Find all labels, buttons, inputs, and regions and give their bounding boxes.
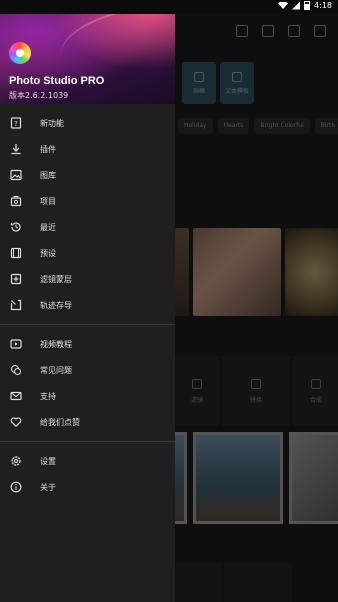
import-icon [10,299,22,311]
video-tutorial-icon [10,338,22,350]
navigation-drawer: Photo Studio PRO 版本2.6.2.1039 ? 新功能 插件 图… [0,0,175,602]
signal-icon [292,1,301,10]
menu-item-settings[interactable]: 设置 [0,448,175,474]
wifi-icon [278,2,289,9]
status-time: 4:18 [314,1,332,10]
app-version: 版本2.6.2.1039 [9,91,69,100]
faq-icon [10,364,22,376]
menu-item-gallery[interactable]: 图库 [0,162,175,188]
info-icon [10,481,22,493]
svg-text:?: ? [14,120,18,128]
heart-icon [10,416,22,428]
menu-item-filter-overlay[interactable]: 滤镜蒙层 [0,266,175,292]
new-features-icon: ? [10,117,22,129]
settings-icon [10,455,22,467]
projects-icon [10,195,22,207]
menu-item-rate-us[interactable]: 给我们点赞 [0,409,175,435]
menu-item-new-features[interactable]: ? 新功能 [0,110,175,136]
app-logo-icon [9,42,31,64]
menu-item-support[interactable]: 支持 [0,383,175,409]
download-icon [10,143,22,155]
menu-item-faq[interactable]: 常见问题 [0,357,175,383]
menu-item-recent[interactable]: 最近 [0,214,175,240]
divider [0,441,175,442]
mail-icon [10,390,22,402]
battery-icon [304,1,311,10]
menu-item-about[interactable]: 关于 [0,474,175,500]
status-bar: 4:18 [0,0,338,14]
menu-item-projects[interactable]: 项目 [0,188,175,214]
menu-item-presets[interactable]: 预设 [0,240,175,266]
drawer-menu: ? 新功能 插件 图库 项目 最近 预设 滤镜蒙层 轨迹存导 视频教程 常见问题… [0,104,175,500]
presets-icon [10,247,22,259]
recent-icon [10,221,22,233]
filter-overlay-icon [10,273,22,285]
menu-item-video-tutorial[interactable]: 视频教程 [0,331,175,357]
gallery-icon [10,169,22,181]
drawer-header: Photo Studio PRO 版本2.6.2.1039 [0,0,175,104]
divider [0,324,175,325]
menu-item-plugins[interactable]: 插件 [0,136,175,162]
app-name: Photo Studio PRO [9,75,105,87]
menu-item-import[interactable]: 轨迹存导 [0,292,175,318]
